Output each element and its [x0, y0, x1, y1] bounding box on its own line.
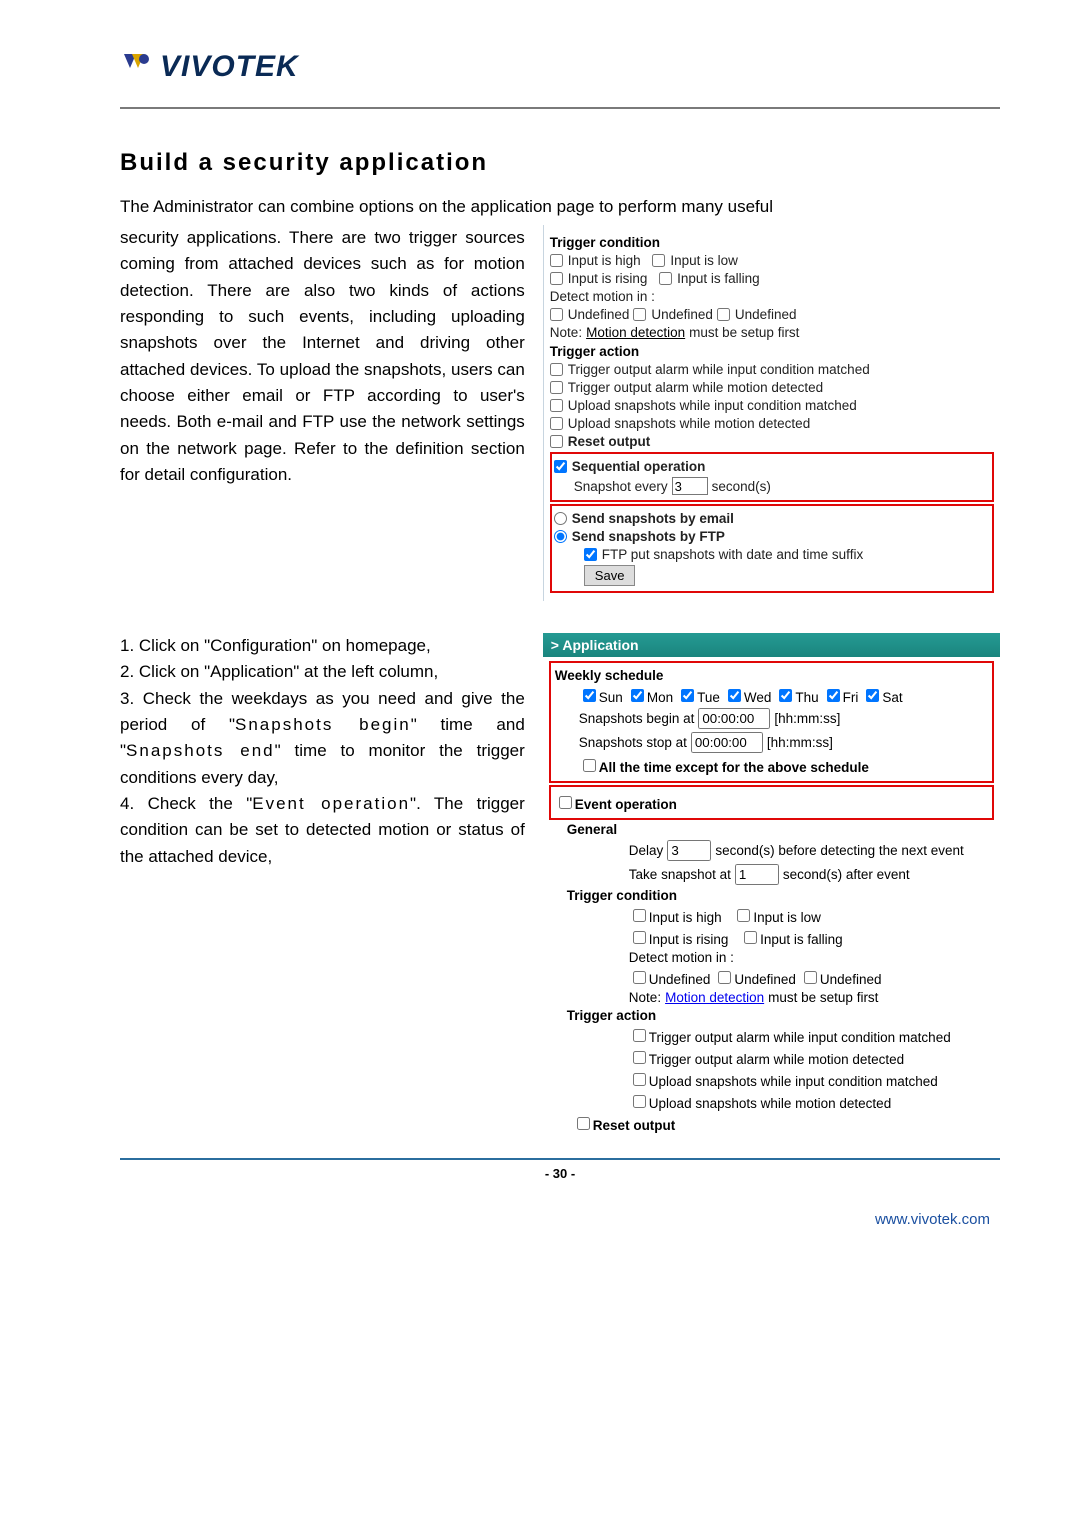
p2-reset-output-checkbox[interactable]: Reset output	[573, 1114, 676, 1133]
ta1-checkbox[interactable]: Trigger output alarm while input conditi…	[550, 362, 870, 377]
delay-input[interactable]	[667, 840, 711, 861]
p2-ta2-checkbox[interactable]: Trigger output alarm while motion detect…	[629, 1048, 904, 1067]
send-email-radio[interactable]: Send snapshots by email	[554, 511, 734, 526]
send-method-highlight: Send snapshots by email Send snapshots b…	[550, 504, 994, 593]
p2-ta4-checkbox[interactable]: Upload snapshots while motion detected	[629, 1092, 891, 1111]
seq-op-checkbox[interactable]: Sequential operation	[554, 459, 706, 474]
application-panel: > Application Weekly schedule Sun Mon Tu…	[543, 633, 1000, 1140]
send-ftp-radio[interactable]: Send snapshots by FTP	[554, 529, 725, 544]
p2-ta1-checkbox[interactable]: Trigger output alarm while input conditi…	[629, 1026, 951, 1045]
application-titlebar: > Application	[543, 633, 1000, 657]
save-button[interactable]: Save	[584, 565, 636, 586]
p2-input-low-checkbox[interactable]: Input is low	[733, 906, 821, 925]
trigger-condition-label: Trigger condition	[550, 235, 994, 250]
snap-begin-label: Snapshots begin at	[579, 711, 695, 726]
day-thu[interactable]: Thu	[775, 686, 818, 705]
day-sat[interactable]: Sat	[862, 686, 902, 705]
page-number: - 30 -	[120, 1166, 1000, 1181]
weekly-schedule-label: Weekly schedule	[555, 668, 988, 683]
snap-every-input[interactable]	[672, 477, 708, 495]
site-url: www.vivotek.com	[120, 1211, 1000, 1228]
undef1-checkbox[interactable]: Undefined	[550, 307, 630, 322]
detect-motion-label: Detect motion in :	[550, 289, 994, 304]
trigger-panel: Trigger condition Input is high Input is…	[543, 225, 1000, 601]
snap-stop-input[interactable]	[691, 732, 763, 753]
day-fri[interactable]: Fri	[823, 686, 859, 705]
weekly-schedule-highlight: Weekly schedule Sun Mon Tue Wed Thu Fri …	[549, 661, 994, 783]
day-wed[interactable]: Wed	[724, 686, 772, 705]
undef2-checkbox[interactable]: Undefined	[633, 307, 713, 322]
p2-ta3-checkbox[interactable]: Upload snapshots while input condition m…	[629, 1070, 938, 1089]
input-high-checkbox[interactable]: Input is high	[550, 253, 641, 268]
p2-undef2-checkbox[interactable]: Undefined	[714, 968, 796, 987]
ta3-checkbox[interactable]: Upload snapshots while input condition m…	[550, 398, 857, 413]
p2-undef3-checkbox[interactable]: Undefined	[800, 968, 882, 987]
take-label-a: Take snapshot at	[629, 867, 731, 882]
sequential-operation-highlight: Sequential operation Snapshot every seco…	[550, 452, 994, 502]
day-sun[interactable]: Sun	[579, 686, 623, 705]
all-time-checkbox[interactable]: All the time except for the above schedu…	[579, 756, 869, 775]
step-1: 1. Click on "Configuration" on homepage,	[120, 633, 525, 659]
trigger-action-label-2: Trigger action	[567, 1008, 994, 1023]
step-2: 2. Click on "Application" at the left co…	[120, 659, 525, 685]
ta2-checkbox[interactable]: Trigger output alarm while motion detect…	[550, 380, 823, 395]
undef3-checkbox[interactable]: Undefined	[717, 307, 797, 322]
take-input[interactable]	[735, 864, 779, 885]
trigger-condition-label-2: Trigger condition	[567, 888, 994, 903]
body-paragraph-1: security applications. There are two tri…	[120, 225, 525, 488]
snap-stop-label: Snapshots stop at	[579, 735, 687, 750]
event-op-checkbox[interactable]: Event operation	[555, 793, 677, 812]
delay-label-a: Delay	[629, 843, 664, 858]
p2-input-high-checkbox[interactable]: Input is high	[629, 906, 722, 925]
logo: VIVOTEK	[120, 50, 1000, 89]
footer-divider	[120, 1158, 1000, 1160]
snap-every-label-a: Snapshot every	[574, 479, 668, 494]
snap-begin-input[interactable]	[698, 708, 770, 729]
input-low-checkbox[interactable]: Input is low	[652, 253, 738, 268]
logo-text: VIVOTEK	[160, 50, 299, 84]
day-mon[interactable]: Mon	[627, 686, 673, 705]
ftp-suffix-checkbox[interactable]: FTP put snapshots with date and time suf…	[584, 547, 863, 562]
input-rising-checkbox[interactable]: Input is rising	[550, 271, 648, 286]
p2-undef1-checkbox[interactable]: Undefined	[629, 968, 711, 987]
p2-motion-note: Note: Motion detection must be setup fir…	[629, 990, 994, 1005]
motion-note: Note: Motion detection must be setup fir…	[550, 325, 994, 340]
header-divider	[120, 107, 1000, 109]
input-falling-checkbox[interactable]: Input is falling	[659, 271, 760, 286]
take-label-b: second(s) after event	[783, 867, 910, 882]
day-tue[interactable]: Tue	[677, 686, 720, 705]
step-4: 4. Check the "Event operation". The trig…	[120, 791, 525, 870]
p2-input-rising-checkbox[interactable]: Input is rising	[629, 928, 729, 947]
delay-label-b: second(s) before detecting the next even…	[715, 843, 963, 858]
p2-input-falling-checkbox[interactable]: Input is falling	[740, 928, 843, 947]
hhmmss-label-2: [hh:mm:ss]	[767, 735, 833, 750]
motion-detection-link[interactable]: Motion detection	[586, 325, 685, 340]
general-label: General	[567, 822, 994, 837]
trigger-action-label: Trigger action	[550, 344, 994, 359]
hhmmss-label-1: [hh:mm:ss]	[774, 711, 840, 726]
reset-output-checkbox[interactable]: Reset output	[550, 434, 651, 449]
p2-motion-detection-link[interactable]: Motion detection	[665, 990, 764, 1005]
snap-every-label-b: second(s)	[712, 479, 771, 494]
ta4-checkbox[interactable]: Upload snapshots while motion detected	[550, 416, 810, 431]
lead-sentence: The Administrator can combine options on…	[120, 197, 1000, 217]
event-op-highlight: Event operation	[549, 785, 994, 820]
p2-detect-motion-label: Detect motion in :	[629, 950, 994, 965]
section-heading: Build a security application	[120, 149, 1000, 177]
step-3: 3. Check the weekdays as you need and gi…	[120, 686, 525, 791]
